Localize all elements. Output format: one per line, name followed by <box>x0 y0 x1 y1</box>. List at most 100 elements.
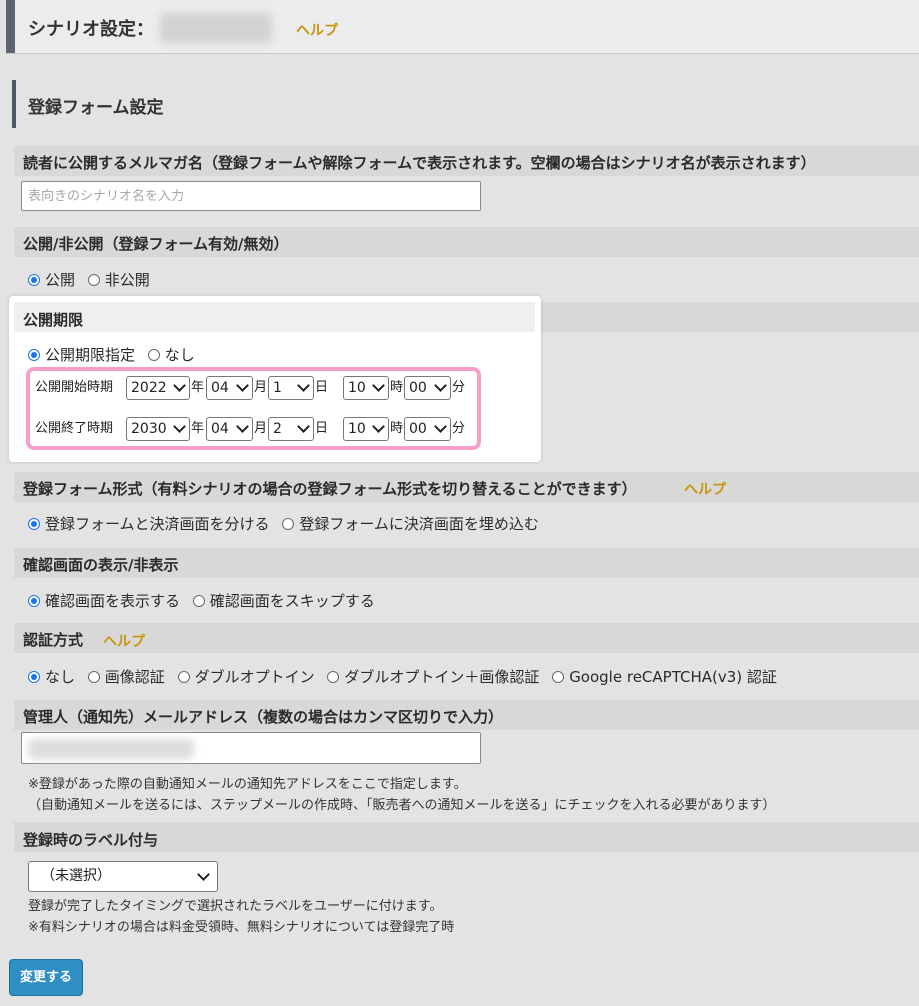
confirm-option-skip[interactable]: 確認画面をスキップする <box>192 590 375 611</box>
start-minute-value: 00 <box>409 380 427 396</box>
label-assign-value: （未選択） <box>41 868 111 884</box>
unit-month: 月 <box>254 421 268 436</box>
unit-day: 日 <box>315 421 329 436</box>
auth-option-recaptcha[interactable]: Google reCAPTCHA(v3) 認証 <box>552 666 777 687</box>
label-assign-note-2: ※有料シナリオの場合は料金受領時、無料シナリオについては登録完了時 <box>28 920 455 935</box>
unit-year: 年 <box>191 380 205 395</box>
radio-unchecked-icon[interactable] <box>552 671 565 683</box>
start-month-select[interactable]: 04 <box>206 376 253 400</box>
chevron-down-icon <box>434 379 447 392</box>
chevron-down-icon <box>173 420 186 433</box>
start-year-value: 2022 <box>131 380 167 396</box>
confirm-option-show[interactable]: 確認画面を表示する <box>28 590 180 611</box>
publish-option-label: 公開 <box>45 271 76 289</box>
auth-label: 認証方式 <box>23 631 84 649</box>
radio-checked-icon[interactable] <box>28 274 40 286</box>
form-type-help-link[interactable]: ヘルプ <box>684 479 726 499</box>
start-hour-select[interactable]: 10 <box>343 376 389 400</box>
unit-year: 年 <box>191 421 205 436</box>
chevron-down-icon <box>434 420 447 433</box>
start-hour-value: 10 <box>348 380 366 396</box>
form-type-label: 登録フォーム形式（有料シナリオの場合の登録フォーム形式を切り替えることができます… <box>23 480 637 498</box>
radio-checked-icon[interactable] <box>28 595 40 607</box>
chevron-down-icon <box>297 379 310 392</box>
confirm-option-label: 確認画面をスキップする <box>209 592 375 610</box>
unit-minute: 分 <box>452 380 466 395</box>
scenario-name-redacted <box>160 13 272 43</box>
admin-email-note-2: （自動通知メールを送るには、ステップメールの作成時、「販売者への通知メールを送る… <box>28 798 776 813</box>
period-option-specify[interactable]: 公開期限指定 <box>28 344 135 365</box>
label-assign-select[interactable]: （未選択） <box>28 861 218 892</box>
chevron-down-icon <box>236 379 249 392</box>
radio-unchecked-icon[interactable] <box>87 274 100 286</box>
end-hour-value: 10 <box>348 421 366 437</box>
radio-checked-icon[interactable] <box>28 349 40 361</box>
confirm-radio-group: 確認画面を表示する 確認画面をスキップする <box>28 590 383 611</box>
auth-option-label: ダブルオプトイン＋画像認証 <box>344 668 540 686</box>
magazine-name-input[interactable] <box>21 181 481 211</box>
auth-option-label: なし <box>45 668 76 686</box>
chevron-down-icon <box>372 379 385 392</box>
start-year-select[interactable]: 2022 <box>126 376 190 400</box>
auth-option-image[interactable]: 画像認証 <box>87 666 165 687</box>
period-option-label: 公開期限指定 <box>45 346 136 364</box>
publish-radio-group: 公開 非公開 <box>28 269 158 290</box>
chevron-down-icon <box>173 379 186 392</box>
end-year-value: 2030 <box>131 421 167 437</box>
confirm-option-label: 確認画面を表示する <box>45 592 181 610</box>
unit-minute: 分 <box>452 421 466 436</box>
auth-option-label: ダブルオプトイン <box>194 668 315 686</box>
form-type-radio-group: 登録フォームと決済画面を分ける 登録フォームに決済画面を埋め込む <box>28 513 547 534</box>
radio-unchecked-icon[interactable] <box>87 671 100 683</box>
admin-email-redacted <box>28 739 194 759</box>
form-type-option-label: 登録フォームに決済画面を埋め込む <box>299 515 539 533</box>
radio-unchecked-icon[interactable] <box>282 518 295 530</box>
end-year-select[interactable]: 2030 <box>126 417 190 441</box>
end-label: 公開終了時期 <box>35 421 114 436</box>
period-option-label: なし <box>164 346 195 364</box>
form-type-option-embed[interactable]: 登録フォームに決済画面を埋め込む <box>282 513 539 534</box>
unit-month: 月 <box>254 380 268 395</box>
submit-button[interactable]: 変更する <box>9 959 83 996</box>
page-title: シナリオ設定： <box>28 19 154 40</box>
radio-unchecked-icon[interactable] <box>192 595 205 607</box>
start-day-value: 1 <box>273 380 282 396</box>
admin-email-note-1: ※登録があった際の自動通知メールの通知先アドレスをここで指定します。 <box>28 777 467 792</box>
radio-unchecked-icon[interactable] <box>327 671 340 683</box>
auth-option-double-optin[interactable]: ダブルオプトイン <box>177 666 315 687</box>
confirm-label: 確認画面の表示/非表示 <box>23 556 179 574</box>
start-label: 公開開始時期 <box>35 380 114 395</box>
period-option-none[interactable]: なし <box>147 344 195 365</box>
radio-unchecked-icon[interactable] <box>147 349 160 361</box>
publish-option-public[interactable]: 公開 <box>28 269 75 290</box>
radio-checked-icon[interactable] <box>28 671 40 683</box>
auth-option-none[interactable]: なし <box>28 666 75 687</box>
end-day-select[interactable]: 2 <box>268 417 314 441</box>
end-day-value: 2 <box>273 421 282 437</box>
end-month-select[interactable]: 04 <box>206 417 253 441</box>
auth-radio-group: なし 画像認証 ダブルオプトイン ダブルオプトイン＋画像認証 Google re… <box>28 666 785 687</box>
period-band <box>14 302 535 332</box>
auth-help-link[interactable]: ヘルプ <box>103 631 145 651</box>
section-title: 登録フォーム設定 <box>28 98 164 118</box>
publish-option-private[interactable]: 非公開 <box>87 269 150 290</box>
form-type-option-separate[interactable]: 登録フォームと決済画面を分ける <box>28 513 270 534</box>
auth-band <box>14 623 919 653</box>
auth-option-double-optin-image[interactable]: ダブルオプトイン＋画像認証 <box>327 666 539 687</box>
header-accent-bar <box>6 0 15 53</box>
chevron-down-icon <box>297 420 310 433</box>
start-day-select[interactable]: 1 <box>268 376 314 400</box>
end-month-value: 04 <box>211 421 229 437</box>
start-minute-select[interactable]: 00 <box>404 376 451 400</box>
radio-unchecked-icon[interactable] <box>177 671 190 683</box>
radio-checked-icon[interactable] <box>28 518 40 530</box>
end-minute-select[interactable]: 00 <box>404 417 451 441</box>
end-minute-value: 00 <box>409 421 427 437</box>
end-hour-select[interactable]: 10 <box>343 417 389 441</box>
auth-option-label: 画像認証 <box>104 668 165 686</box>
chevron-down-icon <box>236 420 249 433</box>
label-assign-note-1: 登録が完了したタイミングで選択されたラベルをユーザーに付けます。 <box>28 899 443 914</box>
magazine-name-label: 読者に公開するメルマガ名（登録フォームや解除フォームで表示されます。空欄の場合は… <box>23 154 816 172</box>
header-help-link[interactable]: ヘルプ <box>296 20 338 40</box>
unit-hour: 時 <box>390 421 404 436</box>
